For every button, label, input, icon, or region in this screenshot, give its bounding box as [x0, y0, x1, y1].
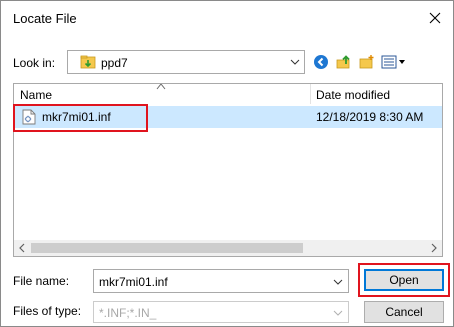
file-list[interactable]: Name Date modified mkr7mi01.inf 12/18/20…: [13, 83, 443, 257]
back-button[interactable]: [311, 51, 331, 73]
look-in-value: ppd7: [101, 56, 128, 70]
chevron-down-icon: [290, 59, 300, 65]
look-in-label: Look in:: [13, 56, 56, 70]
dialog-title: Locate File: [13, 11, 77, 26]
open-button[interactable]: Open: [364, 269, 444, 291]
new-folder-button[interactable]: [357, 51, 377, 73]
chevron-right-icon: [431, 243, 437, 253]
new-folder-icon: [359, 55, 374, 69]
back-icon: [314, 55, 328, 69]
chevron-down-icon: [333, 310, 343, 316]
files-of-type-value: *.INF;*.IN_: [99, 306, 157, 320]
scrollbar-thumb[interactable]: [31, 243, 303, 253]
close-icon: [429, 12, 441, 24]
title-bar: Locate File: [1, 1, 453, 35]
file-name-value: mkr7mi01.inf: [99, 275, 168, 289]
files-of-type-dropdown: *.INF;*.IN_: [93, 301, 349, 323]
cancel-button[interactable]: Cancel: [364, 301, 444, 323]
file-name-input[interactable]: mkr7mi01.inf: [93, 269, 349, 293]
file-row-selected[interactable]: mkr7mi01.inf 12/18/2019 8:30 AM: [14, 106, 442, 128]
scroll-right-button[interactable]: [426, 240, 442, 256]
view-menu-button[interactable]: [380, 51, 408, 73]
files-of-type-label: Files of type:: [13, 304, 82, 318]
look-in-dropdown[interactable]: ppd7: [67, 50, 305, 74]
up-folder-button[interactable]: [334, 51, 354, 73]
column-header-name[interactable]: Name: [14, 84, 310, 104]
up-folder-icon: [336, 55, 350, 69]
chevron-down-icon: [333, 279, 343, 285]
horizontal-scrollbar[interactable]: [14, 240, 442, 256]
view-menu-icon: [381, 55, 405, 69]
file-date-cell: 12/18/2019 8:30 AM: [316, 110, 424, 124]
inf-file-icon: [22, 109, 36, 125]
file-name-label: File name:: [13, 274, 70, 288]
chevron-left-icon: [19, 243, 25, 253]
column-header-date-modified[interactable]: Date modified: [310, 84, 442, 104]
file-name-cell: mkr7mi01.inf: [42, 110, 111, 124]
close-button[interactable]: [417, 1, 453, 35]
scroll-left-button[interactable]: [14, 240, 30, 256]
locate-file-dialog: Locate File Look in: ppd7 Name Date modi…: [0, 0, 454, 327]
folder-icon: [80, 55, 96, 69]
